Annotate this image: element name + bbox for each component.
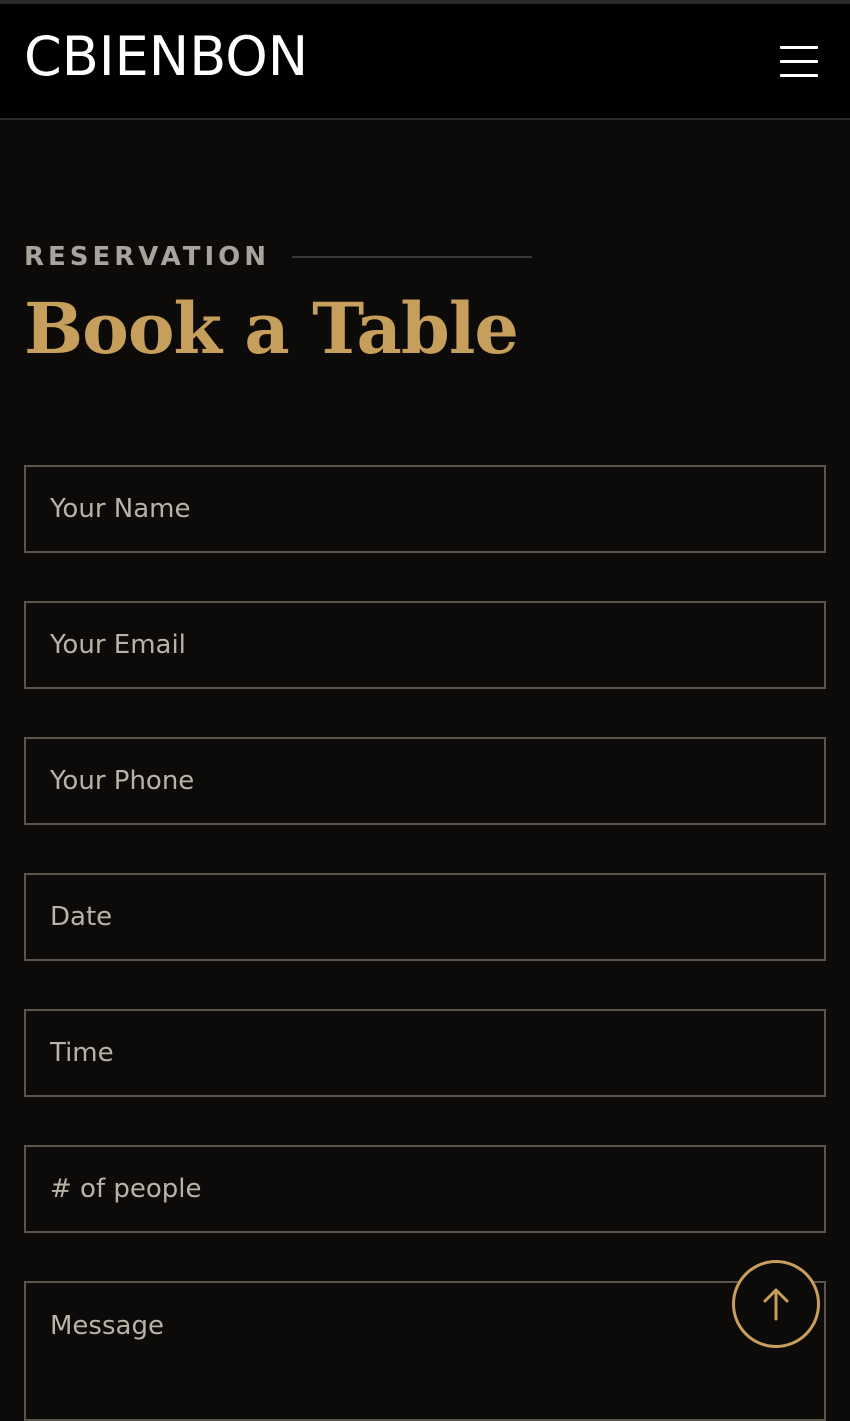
email-field[interactable] xyxy=(24,601,826,689)
name-field[interactable] xyxy=(24,465,826,553)
menu-bar-bottom xyxy=(780,74,818,77)
eyebrow-divider xyxy=(292,256,533,258)
people-count-field[interactable] xyxy=(24,1145,826,1233)
time-field[interactable] xyxy=(24,1009,826,1097)
menu-bar-middle xyxy=(780,60,818,63)
site-header: CBIENBON xyxy=(0,4,850,120)
hamburger-menu-icon[interactable] xyxy=(780,46,818,77)
site-logo[interactable]: CBIENBON xyxy=(24,30,308,84)
section-eyebrow: RESERVATION xyxy=(24,242,533,272)
message-field[interactable] xyxy=(24,1281,826,1421)
scroll-to-top-button[interactable] xyxy=(732,1260,820,1348)
menu-bar-top xyxy=(780,46,818,49)
eyebrow-label: RESERVATION xyxy=(24,242,271,272)
phone-field[interactable] xyxy=(24,737,826,825)
date-field[interactable] xyxy=(24,873,826,961)
arrow-up-icon xyxy=(763,1288,789,1321)
page-title: Book a Table xyxy=(24,287,519,370)
